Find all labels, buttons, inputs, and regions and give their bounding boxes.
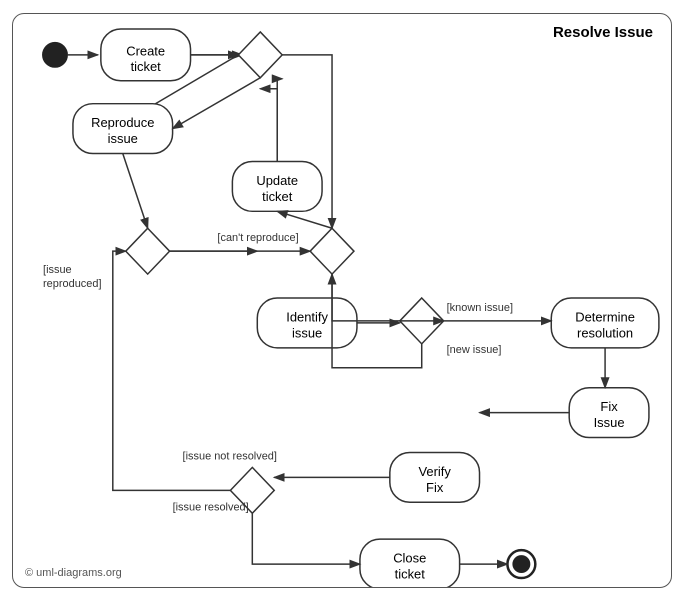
arrow-updateticket-dtop2 xyxy=(277,78,282,161)
update-ticket-label2: ticket xyxy=(262,188,293,203)
reproduce-issue-label1: Reproduce xyxy=(91,115,154,130)
create-ticket-label2: ticket xyxy=(131,59,162,74)
create-ticket-label: Create xyxy=(126,43,165,58)
update-ticket-label1: Update xyxy=(256,172,298,187)
verify-fix-label1: Verify xyxy=(418,463,451,478)
determine-resolution-label1: Determine xyxy=(575,309,635,324)
diagram-container: Resolve Issue © uml-diagrams.org Create … xyxy=(12,13,672,588)
label-resolved: [issue resolved] xyxy=(173,501,249,513)
determine-resolution-label2: resolution xyxy=(577,325,633,340)
label-new-issue: [new issue] xyxy=(447,343,502,355)
label-issue-reproduced: [issue xyxy=(43,264,72,276)
identify-issue-label2: issue xyxy=(292,325,322,340)
label-not-resolved: [issue not resolved] xyxy=(183,450,277,462)
arrow-updateticket-dtop xyxy=(260,88,277,161)
label-known-issue: [known issue] xyxy=(447,301,513,313)
verify-fix-label2: Fix xyxy=(426,479,444,494)
start-node xyxy=(42,41,68,67)
end-node-inner xyxy=(512,555,530,573)
diamond-top xyxy=(238,31,282,77)
identify-issue-label1: Identify xyxy=(286,309,328,324)
arrow-resolved-close xyxy=(252,513,360,564)
fix-issue-label1: Fix xyxy=(600,399,618,414)
diamond-cant-reproduce xyxy=(310,228,354,274)
diamond-mid-left xyxy=(126,228,170,274)
arrow-reproduce-d2 xyxy=(123,153,148,228)
fix-issue-label2: Issue xyxy=(594,414,625,429)
close-ticket-label1: Close xyxy=(393,550,426,565)
arrow-d3-updateticket xyxy=(277,211,332,228)
label-cant-reproduce: [can't reproduce] xyxy=(217,232,298,244)
close-ticket-label2: ticket xyxy=(395,566,426,581)
reproduce-issue-label2: issue xyxy=(108,130,138,145)
label-issue-reproduced2: reproduced] xyxy=(43,278,101,290)
